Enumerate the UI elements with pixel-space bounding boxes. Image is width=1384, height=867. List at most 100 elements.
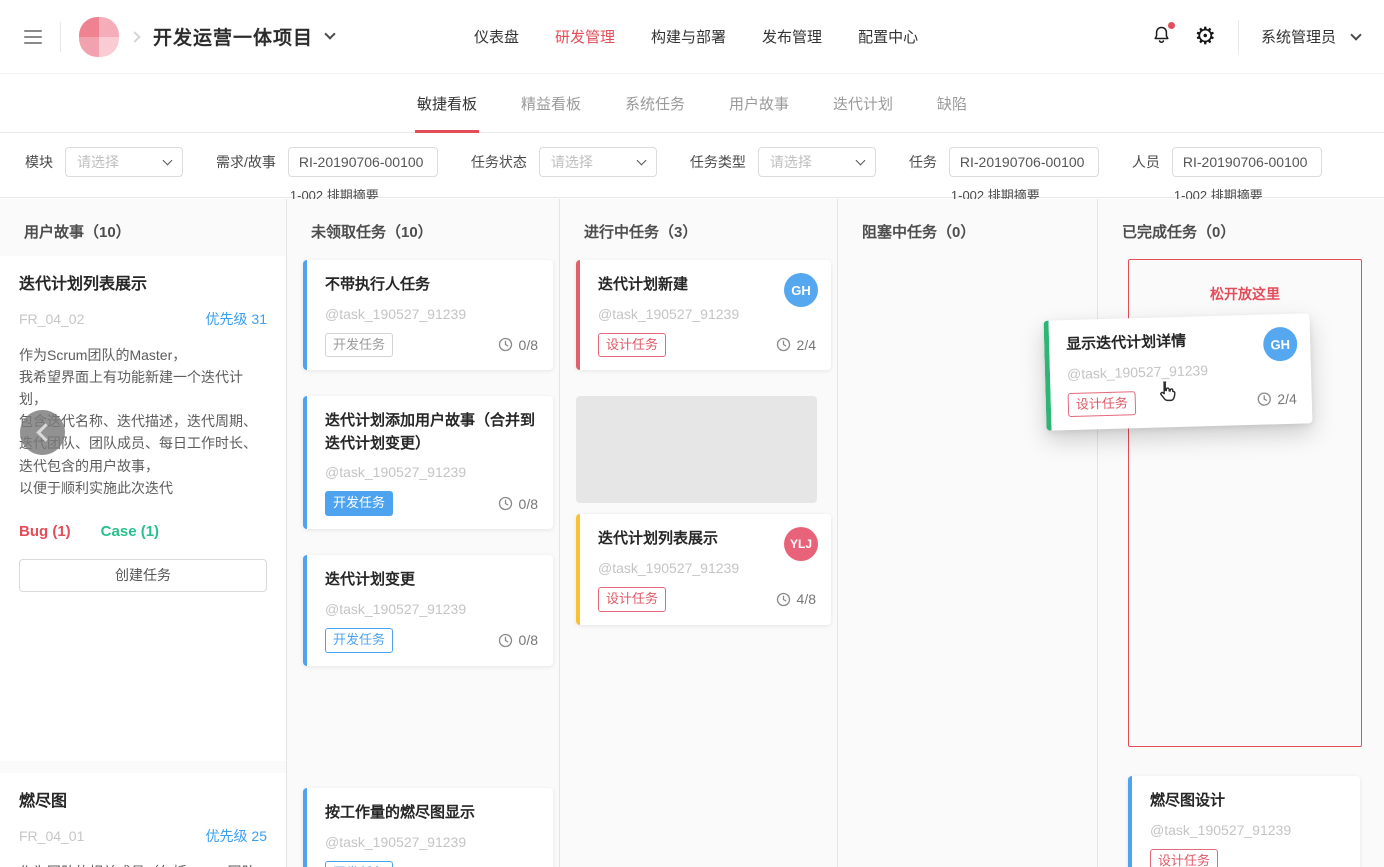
project-title: 开发运营一体项目 (153, 23, 313, 50)
task-title: 燃尽图设计 (1150, 790, 1345, 813)
app-logo[interactable] (79, 17, 119, 57)
task-time: 0/8 (498, 632, 538, 648)
user-menu[interactable]: 系统管理员 (1261, 26, 1360, 47)
filter-person: 人员 1-002 排期摘要 (1132, 147, 1322, 204)
filter-module: 模块 请选择 (25, 147, 183, 177)
kanban-board: 用户故事（10） 迭代计划列表展示 FR_04_02 优先级 31 作为Scru… (0, 199, 1384, 867)
person-input[interactable] (1172, 147, 1322, 177)
story-card[interactable]: 燃尽图 FR_04_01 优先级 25 作为团队的相关成员（包括Scrum团队成 (0, 773, 286, 867)
task-input[interactable] (949, 147, 1099, 177)
task-time: 0/8 (498, 496, 538, 512)
carousel-prev-button[interactable] (20, 410, 65, 455)
task-time: 0/8 (498, 337, 538, 353)
story-card[interactable]: 迭代计划列表展示 FR_04_02 优先级 31 作为Scrum团队的Maste… (0, 256, 286, 761)
filter-story: 需求/故事 1-002 排期摘要 (216, 147, 438, 204)
story-code: FR_04_01 (19, 828, 84, 844)
tab-user-stories[interactable]: 用户故事 (729, 74, 789, 132)
create-task-button[interactable]: 创建任务 (19, 559, 267, 592)
clock-icon (776, 337, 791, 352)
story-description: 作为团队的相关成员（包括Scrum团队成 (19, 861, 267, 867)
filter-task: 任务 1-002 排期摘要 (909, 147, 1099, 204)
task-handle: @task_190527_91239 (325, 834, 538, 850)
story-code: FR_04_02 (19, 311, 84, 327)
notification-bell-icon[interactable] (1151, 23, 1172, 51)
chevron-left-icon (36, 423, 54, 441)
chevron-down-icon (163, 156, 173, 166)
task-card[interactable]: 迭代计划变更 @task_190527_91239 开发任务 0/8 (303, 555, 553, 665)
task-type-tag: 设计任务 (1150, 849, 1218, 867)
tab-system-tasks[interactable]: 系统任务 (625, 74, 685, 132)
task-type-tag: 开发任务 (325, 861, 393, 867)
clock-icon (498, 633, 513, 648)
task-type-tag: 开发任务 (325, 628, 393, 653)
task-title: 迭代计划变更 (325, 569, 538, 592)
tab-lean-board[interactable]: 精益看板 (521, 74, 581, 132)
nav-item-release[interactable]: 发布管理 (762, 26, 822, 47)
task-card[interactable]: 迭代计划新建 GH @task_190527_91239 设计任务 2/4 (576, 260, 831, 370)
filter-task-type: 任务类型 请选择 (690, 147, 876, 177)
task-title: 显示迭代计划详情 (1066, 328, 1296, 357)
column-header: 已完成任务（0） (1098, 199, 1384, 256)
task-type-tag: 设计任务 (598, 333, 666, 358)
task-handle: @task_190527_91239 (1150, 822, 1345, 838)
task-card[interactable]: 按工作量的燃尽图显示 @task_190527_91239 开发任务 (303, 788, 553, 867)
task-handle: @task_190527_91239 (598, 560, 816, 576)
module-select[interactable]: 请选择 (65, 147, 183, 177)
task-card[interactable]: 不带执行人任务 @task_190527_91239 开发任务 0/8 (303, 260, 553, 370)
task-time: 2/4 (1256, 391, 1297, 408)
filter-module-label: 模块 (25, 147, 53, 177)
column-header: 阻塞中任务（0） (838, 199, 1097, 256)
task-title: 不带执行人任务 (325, 274, 538, 297)
clock-icon (498, 337, 513, 352)
task-card[interactable]: 迭代计划添加用户故事（合并到迭代计划变更） @task_190527_91239… (303, 396, 553, 529)
avatar[interactable]: GH (784, 273, 818, 307)
tab-agile-board[interactable]: 敏捷看板 (417, 74, 477, 132)
nav-item-dev-management[interactable]: 研发管理 (555, 26, 615, 47)
primary-nav: 仪表盘 研发管理 构建与部署 发布管理 配置中心 (474, 26, 918, 47)
breadcrumb-chevron-icon (129, 31, 140, 42)
drop-zone-hint: 松开放这里 (1210, 286, 1280, 302)
bug-badge[interactable]: Bug (1) (19, 523, 71, 540)
story-input[interactable] (288, 147, 438, 177)
filter-person-label: 人员 (1132, 147, 1160, 204)
nav-item-dashboard[interactable]: 仪表盘 (474, 26, 519, 47)
avatar[interactable]: YLJ (784, 527, 818, 561)
nav-item-config[interactable]: 配置中心 (858, 26, 918, 47)
task-status-placeholder: 请选择 (551, 152, 593, 172)
task-status-select[interactable]: 请选择 (539, 147, 657, 177)
module-select-placeholder: 请选择 (77, 152, 119, 172)
dragged-task-card[interactable]: 显示迭代计划详情 GH @task_190527_91239 设计任务 2/4 (1044, 313, 1313, 431)
task-type-select[interactable]: 请选择 (758, 147, 876, 177)
task-handle: @task_190527_91239 (325, 464, 538, 480)
board-tabs: 敏捷看板 精益看板 系统任务 用户故事 迭代计划 缺陷 (0, 74, 1384, 133)
settings-gear-icon[interactable]: ⚙ (1194, 25, 1216, 49)
topbar-right: ⚙ 系统管理员 (1151, 20, 1360, 54)
story-priority[interactable]: 优先级 25 (206, 826, 267, 846)
task-type-tag: 设计任务 (598, 587, 666, 612)
column-header: 进行中任务（3） (560, 199, 837, 256)
task-time: 2/4 (776, 337, 816, 353)
clock-icon (1256, 392, 1271, 407)
hamburger-menu-icon[interactable] (24, 30, 42, 44)
divider (1238, 20, 1239, 54)
case-badge[interactable]: Case (1) (101, 523, 159, 540)
story-title: 燃尽图 (19, 787, 267, 811)
divider (60, 22, 61, 52)
column-header: 未领取任务（10） (287, 199, 559, 256)
chevron-down-icon (1350, 29, 1361, 40)
project-switcher[interactable]: 开发运营一体项目 (153, 23, 334, 50)
tab-iteration-plan[interactable]: 迭代计划 (833, 74, 893, 132)
filter-task-status: 任务状态 请选择 (471, 147, 657, 177)
task-type-tag: 开发任务 (325, 333, 393, 358)
task-card[interactable]: 迭代计划列表展示 YLJ @task_190527_91239 设计任务 4/8 (576, 514, 831, 624)
nav-item-build-deploy[interactable]: 构建与部署 (651, 26, 726, 47)
chevron-down-icon (324, 28, 335, 39)
story-priority[interactable]: 优先级 31 (206, 309, 267, 329)
user-name: 系统管理员 (1261, 26, 1336, 47)
clock-icon (776, 592, 791, 607)
chevron-down-icon (636, 156, 646, 166)
tab-defects[interactable]: 缺陷 (937, 74, 967, 132)
column-doing-tasks: 进行中任务（3） 迭代计划新建 GH @task_190527_91239 设计… (560, 199, 838, 867)
task-card[interactable]: 燃尽图设计 @task_190527_91239 设计任务 (1128, 776, 1360, 867)
task-title: 迭代计划列表展示 (598, 528, 816, 551)
